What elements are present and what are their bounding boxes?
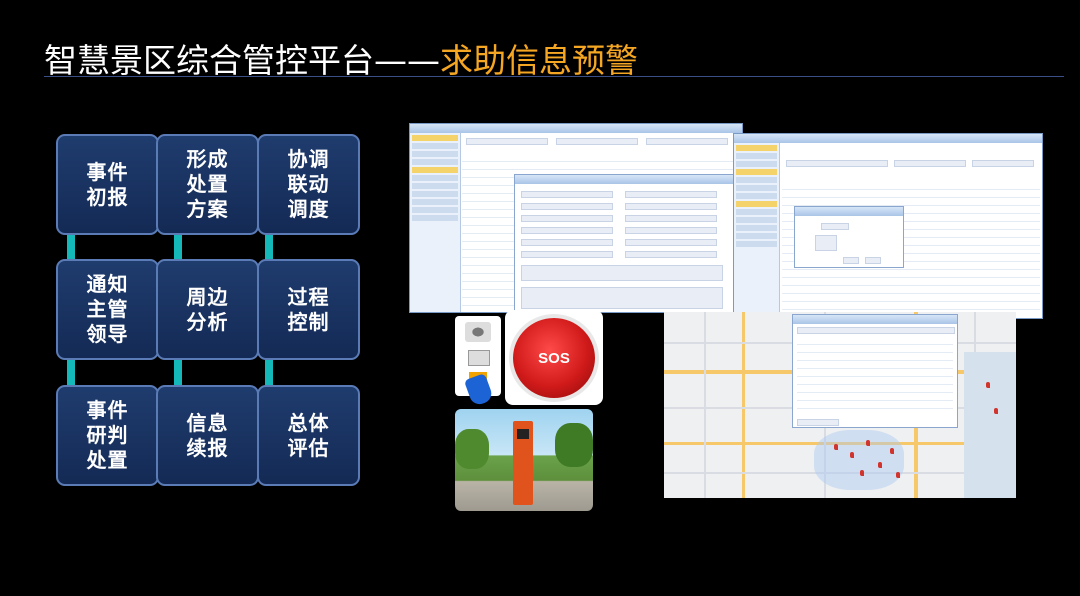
window-sidebar (410, 133, 461, 312)
flow-box-notify: 通知主管领导 (56, 259, 159, 360)
popup-dialog (794, 206, 904, 268)
connector (67, 358, 75, 387)
flow-box-label: 周边分析 (186, 284, 229, 334)
software-screenshot-incident (409, 123, 743, 313)
connector (265, 358, 273, 387)
flow-box-control: 过程控制 (257, 259, 360, 360)
flow-box-label: 协调联动调度 (287, 147, 330, 221)
window-titlebar (410, 124, 742, 133)
flow-box-evaluate: 总体评估 (257, 385, 360, 486)
connector (174, 233, 182, 262)
flow-box-label: 信息续报 (186, 410, 229, 460)
sos-label: SOS (538, 349, 570, 367)
sos-button-image: SOS (505, 310, 603, 405)
flow-box-label: 总体评估 (287, 410, 330, 460)
flow-box-judge: 事件研判处置 (56, 385, 159, 486)
title-accent: 求助信息预警 (440, 41, 638, 80)
software-screenshot-list (733, 133, 1043, 319)
flow-box-report: 事件初报 (56, 134, 159, 235)
flow-box-label: 形成处置方案 (186, 147, 229, 221)
map-screenshot (664, 312, 1016, 498)
flow-box-coordinate: 协调联动调度 (257, 134, 360, 235)
map-dialog (792, 314, 958, 428)
flow-box-plan: 形成处置方案 (156, 134, 259, 235)
incident-dialog (514, 174, 742, 312)
page-title: 智慧景区综合管控平台——求助信息预警 (44, 34, 638, 82)
flow-box-continue: 信息续报 (156, 385, 259, 486)
dialog-titlebar (795, 207, 903, 216)
flow-box-label: 事件研判处置 (86, 398, 129, 472)
connector (174, 358, 182, 387)
flow-box-label: 事件初报 (86, 159, 129, 209)
window-sidebar (734, 143, 780, 318)
dialog-titlebar (515, 175, 742, 184)
dialog-titlebar (793, 315, 957, 324)
connector (265, 233, 273, 262)
title-divider (44, 76, 1064, 77)
window-titlebar (734, 134, 1042, 143)
flow-box-analyze: 周边分析 (156, 259, 259, 360)
flow-box-label: 通知主管领导 (86, 272, 129, 346)
help-pillar-photo (455, 409, 593, 511)
connector (67, 233, 75, 262)
flow-box-label: 过程控制 (287, 284, 330, 334)
title-main: 智慧景区综合管控平台—— (44, 41, 440, 80)
